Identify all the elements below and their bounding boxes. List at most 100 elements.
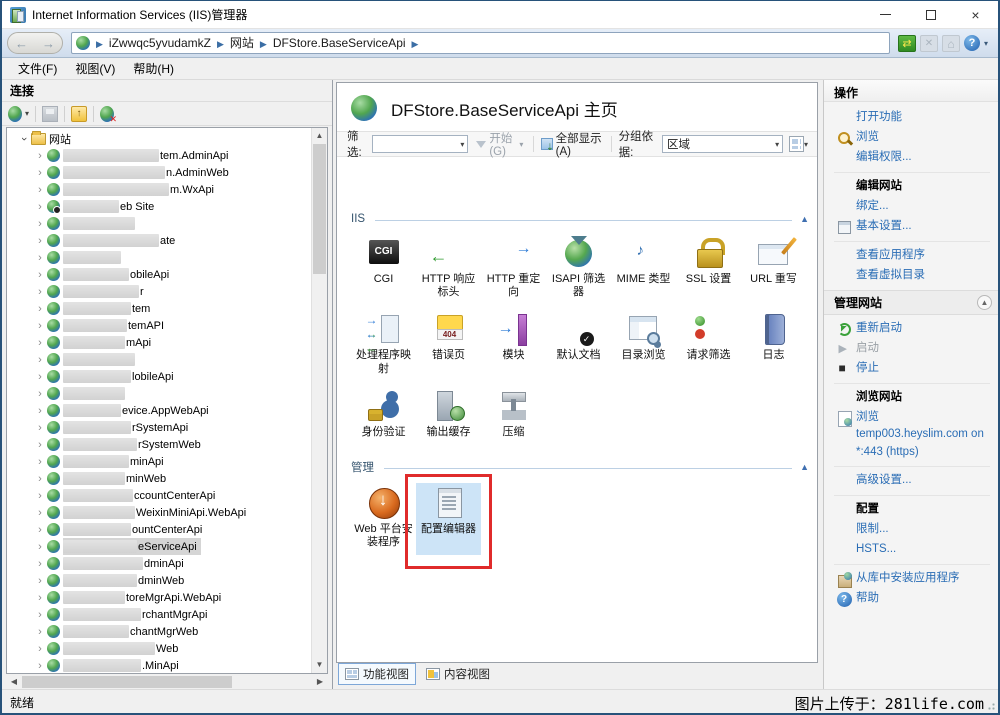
expander-icon[interactable]: › xyxy=(35,626,45,638)
action-link[interactable]: 帮助 xyxy=(832,589,992,609)
scroll-left-icon[interactable]: ◀ xyxy=(6,675,22,689)
site-tree-item[interactable]: › xyxy=(7,215,310,232)
site-tree-item[interactable]: › eServiceApi xyxy=(7,538,310,555)
expander-icon[interactable]: › xyxy=(35,660,45,672)
scroll-down-icon[interactable]: ▼ xyxy=(312,657,327,673)
scroll-right-icon[interactable]: ▶ xyxy=(312,675,328,689)
site-tree-item[interactable]: › dminWeb xyxy=(7,572,310,589)
site-tree-item[interactable]: › WeixinMiniApi.WebApi xyxy=(7,504,310,521)
site-tree-item[interactable]: › rSystemWeb xyxy=(7,436,310,453)
site-tree-item[interactable]: › xyxy=(7,385,310,402)
action-link[interactable]: 重新启动 xyxy=(832,319,992,339)
back-button[interactable]: ← xyxy=(15,37,28,50)
expander-icon[interactable]: › xyxy=(35,303,45,315)
feature-tile-error-pages[interactable]: 错误页 xyxy=(416,309,481,381)
breadcrumb-item[interactable]: 网站 xyxy=(230,36,254,50)
site-tree-item[interactable]: › ccountCenterApi xyxy=(7,487,310,504)
tab-功能视图[interactable]: 功能视图 xyxy=(338,663,416,685)
create-connection-caret[interactable]: ▾ xyxy=(25,109,29,118)
site-tree-item[interactable]: › rchantMgrApi xyxy=(7,606,310,623)
expander-icon[interactable]: › xyxy=(35,524,45,536)
feature-tile-output-caching[interactable]: 输出缓存 xyxy=(416,386,481,445)
feature-tile-web-platform-installer[interactable]: Web 平台安装程序 xyxy=(351,483,416,555)
action-link[interactable]: 绑定... xyxy=(832,197,992,217)
site-tree-item[interactable]: › dminApi xyxy=(7,555,310,572)
expander-icon[interactable]: › xyxy=(35,473,45,485)
breadcrumb-item[interactable]: iZwwqc5yvudamkZ xyxy=(109,36,211,50)
action-link[interactable]: 限制... xyxy=(832,520,992,540)
action-link[interactable]: 停止 xyxy=(832,359,992,379)
expander-icon[interactable]: › xyxy=(35,592,45,604)
expander-icon[interactable]: › xyxy=(35,643,45,655)
expander-icon[interactable]: › xyxy=(35,456,45,468)
expander-icon[interactable]: › xyxy=(35,167,45,179)
site-tree-item[interactable]: › Web xyxy=(7,640,310,657)
action-link[interactable]: 打开功能 xyxy=(832,108,992,128)
expander-icon[interactable]: › xyxy=(35,490,45,502)
expander-icon[interactable]: › xyxy=(35,507,45,519)
site-tree-item[interactable]: › xyxy=(7,249,310,266)
scroll-up-icon[interactable]: ▲ xyxy=(312,128,327,144)
feature-tile-http-response-headers[interactable]: HTTP 响应标头 xyxy=(416,233,481,305)
site-tree-item[interactable]: › obileApi xyxy=(7,266,310,283)
help-dropdown-caret[interactable]: ▾ xyxy=(984,39,988,48)
action-link[interactable]: 高级设置... xyxy=(832,471,992,491)
up-level-icon[interactable] xyxy=(71,106,87,122)
create-connection-icon[interactable] xyxy=(8,106,22,122)
forward-button[interactable]: → xyxy=(42,37,55,50)
expander-icon[interactable]: › xyxy=(35,320,45,332)
tree-root-sites[interactable]: ›网站 xyxy=(7,130,310,147)
scroll-thumb-horizontal[interactable] xyxy=(22,676,232,688)
minimize-button[interactable] xyxy=(863,1,908,28)
action-link[interactable]: 浏览 xyxy=(832,128,992,148)
expander-icon[interactable]: › xyxy=(35,439,45,451)
site-tree-item[interactable]: › rSystemApi xyxy=(7,419,310,436)
group-collapse-icon[interactable]: ▲ xyxy=(800,462,809,472)
feature-tile-cgi[interactable]: CGI xyxy=(351,233,416,305)
expander-icon[interactable]: › xyxy=(35,184,45,196)
resize-grip[interactable] xyxy=(986,701,996,711)
close-button[interactable]: × xyxy=(953,1,998,28)
breadcrumb[interactable]: ▶iZwwqc5yvudamkZ▶网站▶DFStore.BaseServiceA… xyxy=(71,32,890,54)
tree-horizontal-scrollbar[interactable]: ◀ ▶ xyxy=(6,675,328,689)
expander-icon[interactable]: › xyxy=(35,286,45,298)
action-link[interactable]: HSTS... xyxy=(832,540,992,560)
site-tree-item[interactable]: › toreMgrApi.WebApi xyxy=(7,589,310,606)
expander-icon[interactable]: › xyxy=(35,252,45,264)
expander-icon[interactable]: › xyxy=(35,235,45,247)
site-tree-item[interactable]: › lobileApi xyxy=(7,368,310,385)
site-tree-item[interactable]: › evice.AppWebApi xyxy=(7,402,310,419)
expander-icon[interactable]: › xyxy=(35,150,45,162)
expander-icon[interactable]: › xyxy=(35,575,45,587)
expander-icon[interactable]: › xyxy=(35,269,45,281)
site-tree-item[interactable]: › eb Site xyxy=(7,198,310,215)
site-tree-item[interactable]: › tem.AdminApi xyxy=(7,147,310,164)
feature-tile-default-document[interactable]: 默认文档 xyxy=(546,309,611,381)
feature-tile-isapi-filters[interactable]: ISAPI 筛选器 xyxy=(546,233,611,305)
feature-tile-authentication[interactable]: 身份验证 xyxy=(351,386,416,445)
expander-icon[interactable]: › xyxy=(35,388,45,400)
feature-tile-handler-mappings[interactable]: 处理程序映射 xyxy=(351,309,416,381)
view-mode-icon[interactable] xyxy=(789,136,804,152)
feature-tile-mime-types[interactable]: MIME 类型 xyxy=(611,233,676,305)
expander-icon[interactable]: › xyxy=(35,422,45,434)
action-link[interactable]: 编辑权限... xyxy=(832,148,992,168)
site-tree-item[interactable]: › ate xyxy=(7,232,310,249)
menu-item[interactable]: 文件(F) xyxy=(10,58,65,79)
feature-tile-http-redirect[interactable]: HTTP 重定向 xyxy=(481,233,546,305)
feature-tile-logging[interactable]: 日志 xyxy=(741,309,806,381)
expander-icon[interactable]: › xyxy=(35,354,45,366)
menu-item[interactable]: 帮助(H) xyxy=(125,58,182,79)
scroll-thumb[interactable] xyxy=(313,144,326,274)
tab-内容视图[interactable]: 内容视图 xyxy=(420,664,496,684)
expander-icon[interactable]: › xyxy=(35,558,45,570)
site-tree-item[interactable]: › minApi xyxy=(7,453,310,470)
feature-tile-compression[interactable]: 压缩 xyxy=(481,386,546,445)
site-tree-item[interactable]: › ountCenterApi xyxy=(7,521,310,538)
maximize-button[interactable] xyxy=(908,1,953,28)
site-tree-item[interactable]: › xyxy=(7,351,310,368)
action-link[interactable]: 浏览 temp003.heyslim.com on *:443 (https) xyxy=(832,408,992,462)
delete-connection-icon[interactable] xyxy=(100,106,114,122)
feature-tile-request-filtering[interactable]: 请求筛选 xyxy=(676,309,741,381)
site-tree-item[interactable]: › r xyxy=(7,283,310,300)
